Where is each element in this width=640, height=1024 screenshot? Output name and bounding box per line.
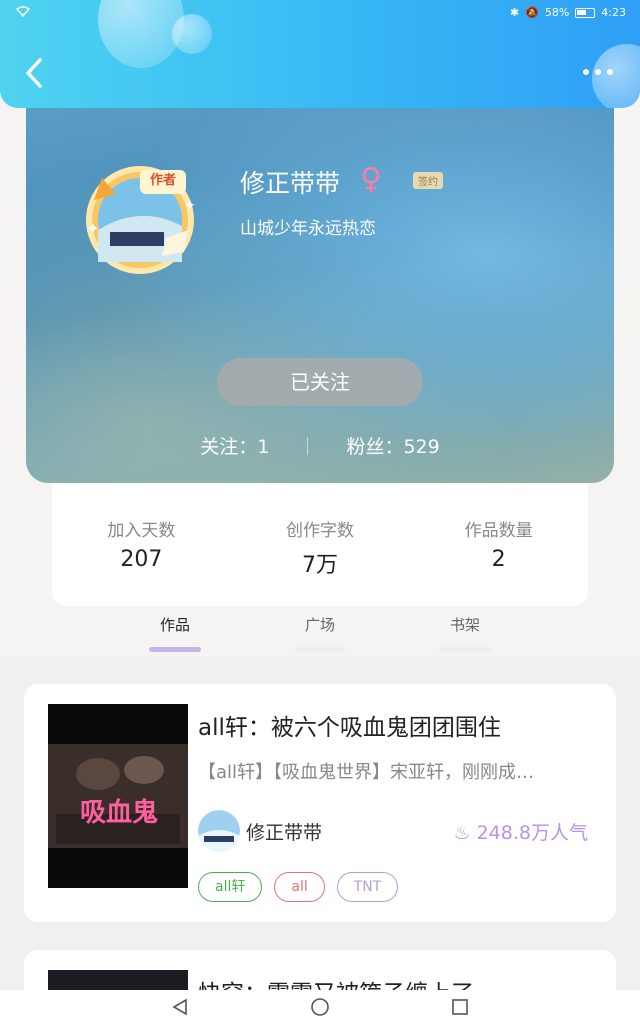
book-author: 修正带带 bbox=[246, 822, 323, 844]
follow-stats: 关注：1 粉丝：529 bbox=[26, 432, 614, 459]
tab-indicator bbox=[149, 647, 201, 652]
tag[interactable]: all轩 bbox=[198, 872, 263, 902]
author-stats-card: 加入天数 207 创作字数 7万 作品数量 2 bbox=[52, 484, 588, 606]
tab-label: 广场 bbox=[304, 616, 335, 634]
flame-icon: ♨ bbox=[453, 822, 471, 844]
tab-label: 作品 bbox=[159, 616, 190, 634]
fans-count[interactable]: 粉丝：529 bbox=[346, 436, 439, 458]
following-count[interactable]: 关注：1 bbox=[200, 436, 269, 458]
divider bbox=[307, 437, 309, 455]
chevron-left-icon bbox=[26, 58, 42, 88]
stat-label: 作品数量 bbox=[464, 521, 533, 541]
tag[interactable]: TNT bbox=[336, 872, 399, 902]
system-nav-bar bbox=[0, 990, 640, 1024]
stat-works-count: 作品数量 2 bbox=[409, 484, 588, 606]
stat-value: 207 bbox=[120, 547, 163, 572]
square-recents-icon bbox=[452, 999, 468, 1015]
clock: 4:23 bbox=[601, 6, 626, 19]
cover-title-text: 吸血鬼 bbox=[80, 798, 159, 828]
more-options-button[interactable] bbox=[578, 62, 618, 82]
author-motto: 山城少年永远热恋 bbox=[240, 219, 376, 239]
author-avatar[interactable]: ✦ ✦ 作者 bbox=[80, 160, 196, 276]
book-tags: all轩 all TNT bbox=[198, 872, 399, 902]
tab-indicator bbox=[439, 647, 491, 652]
nav-recents-button[interactable] bbox=[448, 996, 472, 1018]
tab-works[interactable]: 作品 bbox=[135, 614, 215, 652]
tab-label: 书架 bbox=[449, 616, 480, 634]
nav-back-button[interactable] bbox=[168, 996, 192, 1018]
book-cover[interactable]: 吸血鬼 bbox=[48, 704, 188, 888]
book-card[interactable]: 吸血鬼 all轩：被六个吸血鬼团团围住 【all轩】【吸血鬼世界】宋亚轩，刚刚成… bbox=[24, 684, 616, 922]
author-name: 修正带带 bbox=[240, 169, 341, 198]
avatar-author-label: 作者 bbox=[150, 173, 177, 188]
back-button[interactable] bbox=[18, 52, 52, 92]
circle-home-icon bbox=[311, 998, 329, 1016]
wifi-icon bbox=[15, 6, 31, 20]
status-bar: ✱ 🔕 58% 4:23 bbox=[0, 4, 640, 24]
stat-join-days: 加入天数 207 bbox=[52, 484, 231, 606]
follow-button[interactable]: 已关注 bbox=[217, 358, 423, 406]
more-dots-icon bbox=[583, 69, 589, 75]
author-profile-card: ✦ ✦ 作者 修正带带 ♀ 签约 山城少年永远热恋 已关注 关注：1 粉丝：52… bbox=[26, 100, 614, 483]
tab-plaza[interactable]: 广场 bbox=[280, 614, 360, 652]
mute-bell-icon: 🔕 bbox=[525, 6, 539, 19]
avatar bbox=[198, 810, 240, 852]
tag[interactable]: all bbox=[274, 872, 325, 902]
tab-bookshelf[interactable]: 书架 bbox=[425, 614, 505, 652]
battery-percent: 58% bbox=[544, 6, 570, 19]
tab-indicator bbox=[294, 647, 346, 652]
bluetooth-icon: ✱ bbox=[509, 6, 520, 19]
popularity-value: 248.8万人气 bbox=[476, 822, 588, 844]
nav-home-button[interactable] bbox=[308, 996, 332, 1018]
stat-value: 2 bbox=[491, 547, 506, 572]
stat-word-count: 创作字数 7万 bbox=[231, 484, 410, 606]
battery-icon bbox=[575, 7, 596, 18]
profile-tabs: 作品 广场 书架 bbox=[0, 606, 640, 656]
book-title: all轩：被六个吸血鬼团团围住 bbox=[198, 715, 501, 741]
stat-label: 创作字数 bbox=[286, 521, 354, 541]
stat-value: 7万 bbox=[302, 553, 338, 578]
signed-badge: 签约 bbox=[413, 172, 443, 189]
popularity: ♨ 248.8万人气 bbox=[454, 818, 589, 845]
svg-text:✦: ✦ bbox=[184, 198, 196, 214]
book-description: 【all轩】【吸血鬼世界】宋亚轩，刚刚成… bbox=[198, 762, 535, 783]
svg-text:✦: ✦ bbox=[86, 219, 99, 238]
female-gender-icon: ♀ bbox=[360, 162, 382, 197]
triangle-back-icon bbox=[172, 998, 187, 1016]
stat-label: 加入天数 bbox=[107, 521, 176, 541]
